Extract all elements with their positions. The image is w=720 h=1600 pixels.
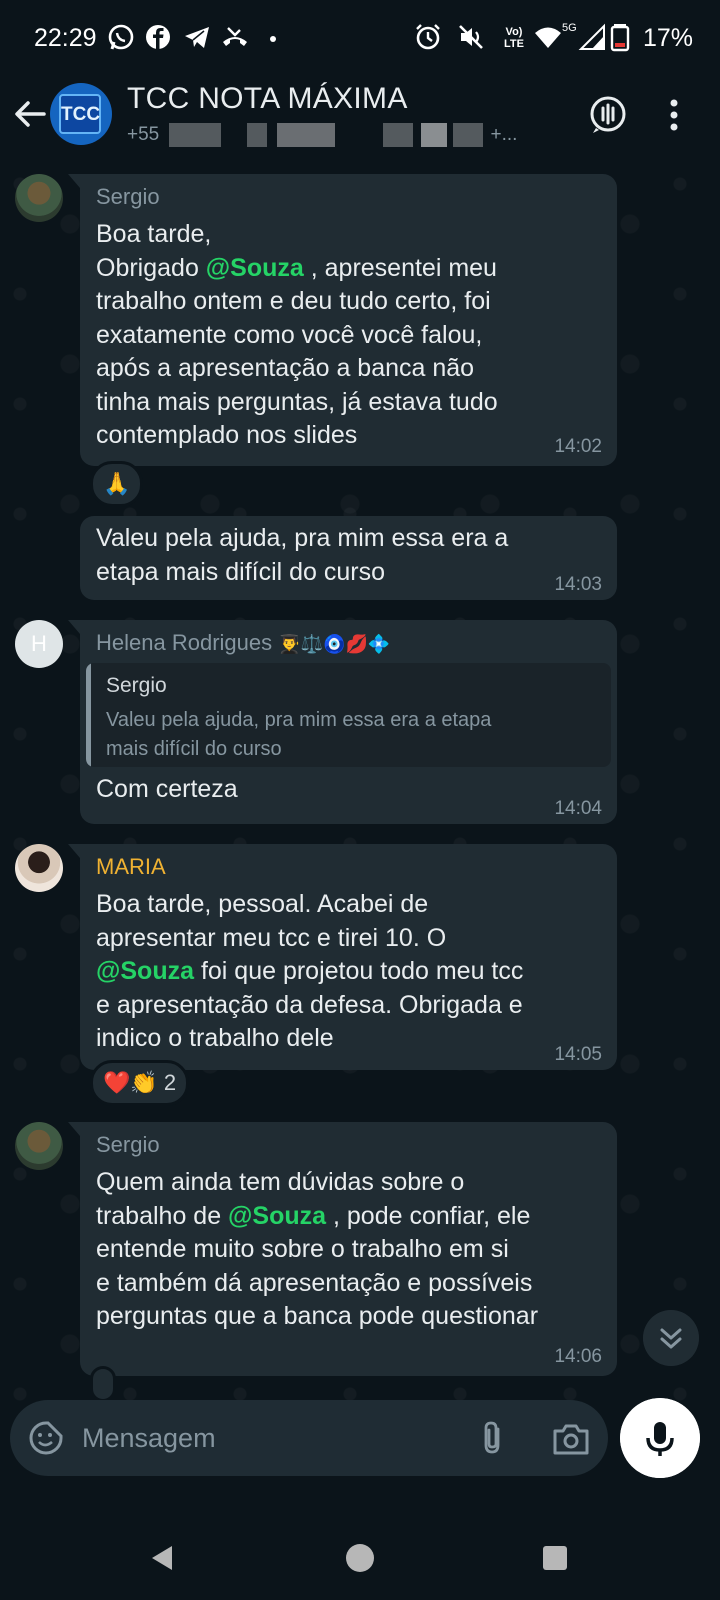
paperclip-icon[interactable]	[478, 1420, 508, 1456]
facebook-icon	[146, 25, 170, 49]
avatar-sergio[interactable]	[15, 174, 63, 222]
message-time: 14:02	[554, 436, 602, 457]
group-avatar-label: TCC	[59, 94, 101, 134]
message-sender[interactable]: Sergio	[96, 184, 160, 210]
avatar-sergio[interactable]	[15, 1122, 63, 1170]
message-time: 14:05	[554, 1044, 602, 1065]
mute-icon	[459, 25, 483, 49]
message-sender[interactable]: Helena Rodrigues 👨‍🎓⚖️🧿💋💠	[96, 630, 390, 656]
message-sender[interactable]: Sergio	[96, 1132, 160, 1158]
message-bubble[interactable]: Sergio Boa tarde, Obrigado @Souza , apre…	[68, 174, 617, 466]
redaction	[452, 123, 483, 147]
telegram-icon	[185, 27, 209, 48]
square-recents-icon[interactable]	[543, 1546, 567, 1570]
quoted-message[interactable]: Sergio Valeu pela ajuda, pra mim essa er…	[86, 663, 611, 767]
volte-icon: Vo) LTE	[504, 26, 524, 50]
wifi-icon	[535, 27, 561, 48]
message-reaction[interactable]: ❤️👏 2	[90, 1060, 190, 1106]
message-composer	[10, 1400, 608, 1476]
redaction	[420, 123, 447, 147]
redaction	[168, 123, 221, 147]
group-members[interactable]: +55 +...	[127, 123, 517, 147]
sticker-icon[interactable]	[28, 1420, 64, 1456]
quote-bar	[86, 663, 91, 767]
chat-header: TCC TCC NOTA MÁXIMA +55 +...	[0, 80, 720, 164]
members-suffix: +...	[490, 124, 518, 146]
members-prefix: +55	[127, 124, 165, 146]
redaction	[382, 123, 413, 147]
battery-icon	[610, 24, 630, 52]
more-vertical-icon[interactable]	[668, 98, 680, 132]
avatar-helena[interactable]: H	[15, 620, 63, 668]
camera-icon[interactable]	[552, 1422, 590, 1456]
message-time: 14:04	[554, 798, 602, 819]
microphone-icon[interactable]	[620, 1398, 700, 1478]
message-time: 14:06	[554, 1346, 602, 1367]
message-bubble[interactable]: Valeu pela ajuda, pra mim essa era a eta…	[80, 516, 617, 600]
arrow-left-icon[interactable]	[10, 94, 50, 134]
message-text: Boa tarde, pessoal. Acabei de apresentar…	[96, 890, 524, 1052]
redaction	[246, 123, 267, 147]
status-bar: 22:29 Vo) LTE 5G 17%	[0, 0, 720, 80]
message-text: Quem ainda tem dúvidas sobre o trabalho …	[96, 1168, 539, 1330]
message-input[interactable]	[82, 1418, 462, 1458]
dot-icon	[270, 36, 276, 42]
circle-home-icon[interactable]	[346, 1544, 374, 1572]
redaction	[276, 123, 335, 147]
battery-percent: 17%	[643, 24, 694, 52]
status-time: 22:29	[34, 24, 97, 52]
message-text: Valeu pela ajuda, pra mim essa era a eta…	[96, 524, 509, 586]
quote-author: Sergio	[106, 674, 167, 697]
alarm-icon	[416, 24, 440, 50]
avatar-maria[interactable]	[15, 844, 63, 892]
network-5g-label: 5G	[562, 22, 577, 34]
message-bubble[interactable]: MARIA Boa tarde, pessoal. Acabei de apre…	[68, 844, 617, 1070]
double-chevron-down-icon[interactable]	[643, 1310, 699, 1366]
voice-call-icon[interactable]	[588, 95, 628, 135]
mention-souza[interactable]: @Souza	[206, 254, 304, 282]
message-reaction[interactable]: 🙏	[90, 461, 144, 507]
message-text: Com certeza	[96, 775, 238, 803]
message-bubble[interactable]: Helena Rodrigues 👨‍🎓⚖️🧿💋💠 Sergio Valeu p…	[68, 620, 617, 824]
mention-souza[interactable]: @Souza	[228, 1202, 326, 1230]
chat-area[interactable]: Sergio Boa tarde, Obrigado @Souza , apre…	[0, 164, 720, 1426]
missed-call-icon	[223, 27, 247, 46]
group-avatar[interactable]: TCC	[50, 83, 112, 145]
triangle-back-icon[interactable]	[148, 1544, 176, 1572]
message-text: Boa tarde, Obrigado @Souza , apresentei …	[96, 220, 498, 449]
system-nav-bar	[0, 1520, 720, 1600]
mention-souza[interactable]: @Souza	[96, 957, 194, 985]
group-title[interactable]: TCC NOTA MÁXIMA	[127, 82, 408, 116]
quote-text: Valeu pela ajuda, pra mim essa era a eta…	[106, 709, 492, 760]
message-time: 14:03	[554, 574, 602, 595]
signal-icon	[578, 23, 605, 50]
message-reaction-partial[interactable]	[90, 1366, 116, 1402]
whatsapp-icon	[108, 24, 134, 50]
message-sender[interactable]: MARIA	[96, 854, 166, 880]
message-bubble[interactable]: Sergio Quem ainda tem dúvidas sobre o tr…	[68, 1122, 617, 1376]
